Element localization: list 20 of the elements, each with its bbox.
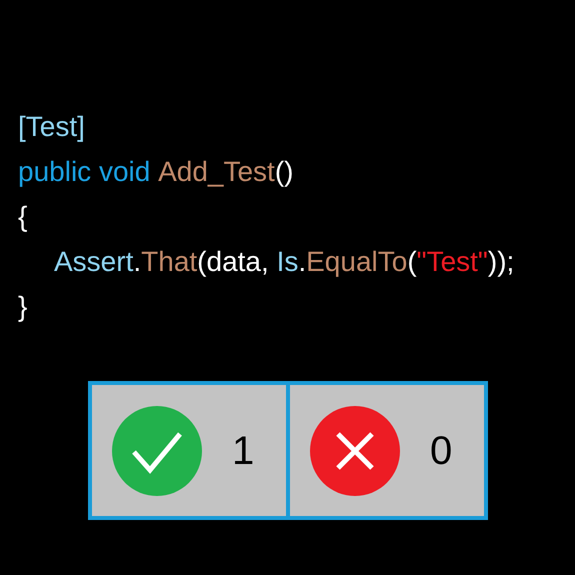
method-name: That [141, 244, 198, 278]
code-text: . [133, 244, 142, 278]
x-circle-icon [310, 406, 400, 496]
code-text: (data, [197, 244, 270, 279]
method-name: EqualTo [306, 244, 408, 279]
code-text: . [298, 244, 306, 278]
type-name: Assert [54, 244, 134, 278]
code-text: } [18, 290, 28, 324]
method-name: Add_Test [158, 154, 275, 189]
string-literal: "Test" [416, 244, 488, 278]
result-count: 0 [430, 428, 452, 474]
result-count: 1 [232, 428, 254, 474]
code-text: ( [407, 244, 417, 279]
code-text: )); [488, 244, 514, 279]
type-name: Is [276, 244, 298, 278]
code-text: () [274, 154, 294, 189]
type-name: [Test] [18, 110, 85, 144]
code-text: { [18, 200, 28, 234]
check-circle-icon [112, 406, 202, 496]
keyword: public void [18, 154, 152, 189]
